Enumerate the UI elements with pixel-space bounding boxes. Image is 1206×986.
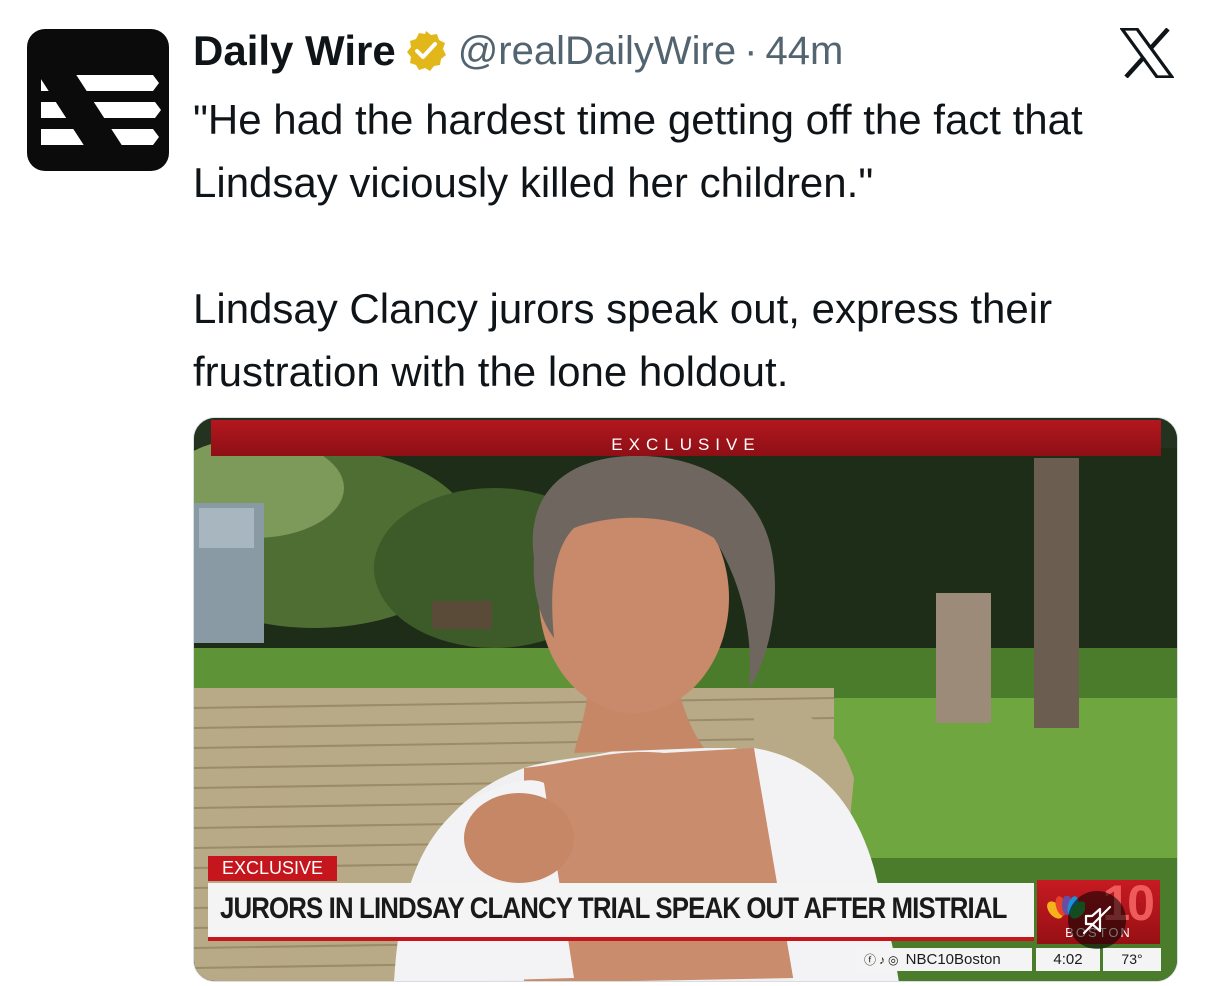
exclusive-tag: EXCLUSIVE — [208, 856, 338, 881]
headline-bar: JURORS IN LINDSAY CLANCY TRIAL SPEAK OUT… — [208, 883, 1034, 941]
avatar[interactable] — [27, 29, 169, 171]
verified-badge-icon — [404, 29, 448, 73]
facebook-icon: ⓕ — [864, 953, 877, 967]
tweet-header: Daily Wire @realDailyWire · 44m — [193, 24, 843, 78]
tweet-text-paragraph: Lindsay Clancy jurors speak out, express… — [193, 285, 1053, 395]
meta-separator: · — [744, 28, 758, 73]
tweet-text-paragraph: "He had the hardest time getting off the… — [193, 96, 1083, 206]
muted-speaker-icon — [1082, 905, 1112, 935]
display-name[interactable]: Daily Wire — [193, 27, 396, 75]
tweet-text: "He had the hardest time getting off the… — [193, 88, 1183, 403]
broadcast-time: 4:02 — [1036, 948, 1100, 971]
exclusive-banner: EXCLUSIVE — [211, 420, 1161, 456]
video-player[interactable]: EXCLUSIVE EXCLUSIVE JURORS IN LINDSAY CL… — [193, 417, 1178, 982]
author-handle[interactable]: @realDailyWire — [458, 29, 736, 74]
news-headline: JURORS IN LINDSAY CLANCY TRIAL SPEAK OUT… — [220, 892, 1007, 925]
tweet-time[interactable]: 44m — [765, 29, 843, 74]
x-logo-icon — [1118, 27, 1176, 79]
instagram-icon: ◎ — [888, 953, 899, 967]
broadcast-temperature: 73° — [1103, 948, 1161, 971]
social-ticker: ⓕ ♪ ◎ NBC10Boston — [856, 948, 1032, 971]
tiktok-icon: ♪ — [879, 953, 886, 967]
social-handle: NBC10Boston — [905, 951, 1001, 968]
daily-wire-logo — [37, 73, 161, 147]
mute-button[interactable] — [1068, 891, 1126, 949]
